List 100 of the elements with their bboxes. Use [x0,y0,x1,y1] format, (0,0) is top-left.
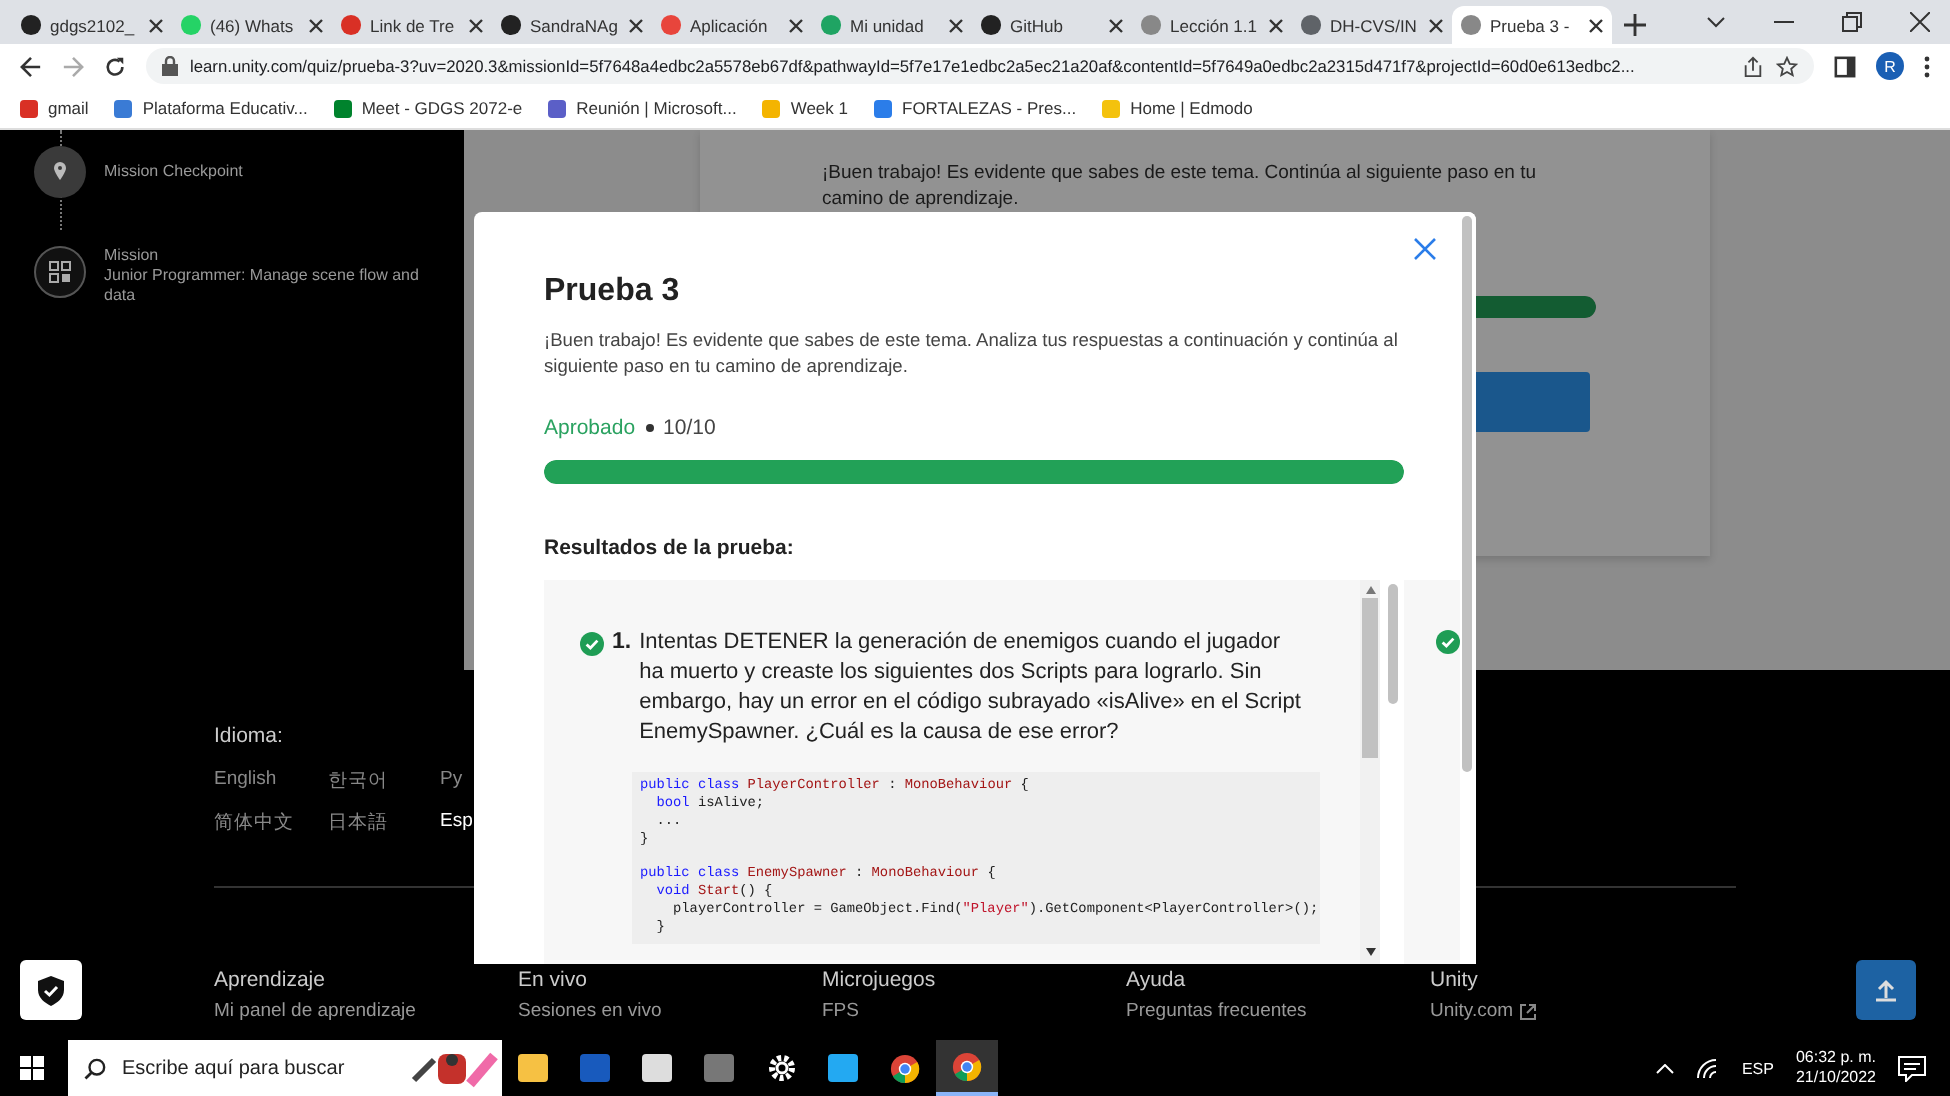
language-link[interactable]: 日本語 [328,810,440,836]
browser-tab[interactable]: Prueba 3 - [1452,6,1612,44]
close-icon[interactable] [1910,12,1930,32]
bookmark[interactable]: Week 1 [762,98,848,118]
doodle-icon [410,1048,498,1088]
footer-heading: Unity [1430,968,1480,992]
external-link-icon [1519,1003,1536,1019]
browser-tab[interactable]: Lección 1.1 [1132,6,1292,44]
question-number: 1. [612,628,632,658]
back-icon[interactable] [20,55,42,77]
app-icon [828,1054,858,1082]
dialog-description: ¡Buen trabajo! Es evidente que sabes de este tema. Analiza tus respuestas a continuación y continúa al siguiente paso en tu camino de aprendizaje. [544,328,1400,380]
new-tab-icon[interactable] [1624,14,1646,36]
close-icon[interactable] [628,17,644,33]
clock-time[interactable]: 06:32 p. m. [1795,1048,1876,1068]
reload-icon[interactable] [104,55,126,77]
share-icon[interactable] [1742,55,1764,77]
windows-icon[interactable] [20,1056,44,1080]
footer-link[interactable]: Unity.com [1430,1000,1734,1022]
status-label: Aprobado [544,416,636,440]
close-icon[interactable] [948,17,964,33]
footer-link[interactable]: Mi panel de aprendizaje [214,1000,518,1022]
language-link[interactable]: 한국어 [328,768,440,794]
scroll-down-icon[interactable] [1365,948,1375,956]
language-link[interactable]: English [214,768,328,794]
scrollbar-thumb[interactable] [1462,216,1472,772]
close-icon[interactable] [1268,17,1284,33]
bookmark[interactable]: Meet - GDGS 2072-e [333,98,523,118]
footer-link[interactable]: FPS [822,1000,1126,1022]
browser-tab[interactable]: GitHub [972,6,1132,44]
browser-tab[interactable]: gdgs2102_ [12,6,172,44]
app-icon [580,1054,610,1082]
dot-icon [645,424,654,432]
close-icon[interactable] [468,17,484,33]
browser-tab[interactable]: (46) Whats [172,6,332,44]
language-label: Idioma: [214,724,283,748]
url-text: learn.unity.com/quiz/prueba-3?uv=2020.3&missionId=5f7648a4edbc2a5578eb67df&pathwayId=5f7e17e1edbc2a5ec21a20af&contentId=5f7649a0edbc2a2315d471f7&projectId=60d0e613edbc2... [190,56,1637,76]
browser-tab[interactable]: Aplicación [652,6,812,44]
footer-link[interactable]: Preguntas frecuentes [1126,1000,1430,1022]
step-label: Mission [104,246,161,266]
footer-heading: En vivo [518,968,589,992]
address-bar[interactable]: learn.unity.com/quiz/prueba-3?uv=2020.3&missionId=5f7648a4edbc2a5578eb67df&pathwayId=5f7e17e1edbc2a5ec21a20af&contentId=5f7649a0edbc2a2315d471f7&projectId=60d0e613edbc2... [146,48,1814,84]
site-icon [820,14,842,36]
chevron-down-icon[interactable] [1706,16,1726,28]
browser-icon [952,1051,982,1081]
step-label: Mission Checkpoint [104,162,243,182]
app-icon [518,1054,548,1082]
close-icon[interactable] [1588,17,1604,33]
mission-title: Junior Programmer: Manage scene flow and data [104,266,421,306]
wifi-icon[interactable] [1695,1058,1720,1078]
notification-icon[interactable] [1898,1055,1926,1081]
scroll-up-icon[interactable] [1365,586,1375,594]
bookmark[interactable]: Plataforma Educativ... [114,98,308,118]
results-heading: Resultados de la prueba: [544,534,796,562]
site-icon [340,14,362,36]
language-indicator[interactable]: ESP [1741,1059,1774,1077]
gear-icon [767,1054,795,1082]
bookmark[interactable]: gmail [20,98,89,118]
bookmark[interactable]: Reunión | Microsoft... [548,98,737,118]
app-icon [704,1054,734,1082]
minimize-icon[interactable] [1774,20,1794,24]
footer-heading: Aprendizaje [214,968,327,992]
site-icon [180,14,202,36]
clock-date[interactable]: 21/10/2022 [1795,1068,1876,1088]
browser-tab[interactable]: SandraNAg [492,6,652,44]
dialog-title: Prueba 3 [544,272,682,312]
close-icon[interactable] [788,17,804,33]
browser-tab[interactable]: Mi unidad [812,6,972,44]
map-pin-icon [34,146,86,198]
footer-heading: Ayuda [1126,968,1188,992]
score-text: 10/10 [663,416,716,440]
footer-heading: Microjuegos [822,968,938,992]
mission-icon [34,246,86,298]
lock-icon [162,56,178,76]
privacy-button[interactable] [20,960,82,1020]
star-icon[interactable] [1776,55,1798,77]
site-icon [660,14,682,36]
lesson-message: ¡Buen trabajo! Es evidente que sabes de este tema. Continúa al siguiente paso en tu camino de aprendizaje. [822,160,1539,212]
search-icon [84,1057,106,1079]
profile-avatar[interactable]: R [1876,52,1904,80]
bookmark[interactable]: Home | Edmodo [1102,98,1253,118]
taskbar-app[interactable] [936,1040,998,1096]
language-link[interactable]: 简体中文 [214,810,328,836]
browser-tab[interactable]: Link de Tre [332,6,492,44]
close-icon[interactable] [1108,17,1124,33]
close-icon[interactable] [308,17,324,33]
bookmark[interactable]: FORTALEZAS - Pres... [874,98,1077,118]
restore-icon[interactable] [1842,12,1862,32]
scrollbar[interactable] [1360,580,1380,964]
more-icon[interactable] [1924,55,1930,77]
browser-tab[interactable]: DH-CVS/IN [1292,6,1452,44]
close-icon[interactable] [148,17,164,33]
chevron-up-icon[interactable] [1655,1063,1674,1073]
close-icon[interactable] [1428,17,1444,33]
search-field[interactable]: Escribe aquí para buscar [68,1040,502,1096]
scrollbar-thumb[interactable] [1388,584,1398,704]
scroll-top-button[interactable] [1856,960,1916,1020]
upload-arrow-icon [1874,978,1898,1002]
footer-link[interactable]: Sesiones en vivo [518,1000,822,1022]
side-panel-icon[interactable] [1834,55,1856,77]
